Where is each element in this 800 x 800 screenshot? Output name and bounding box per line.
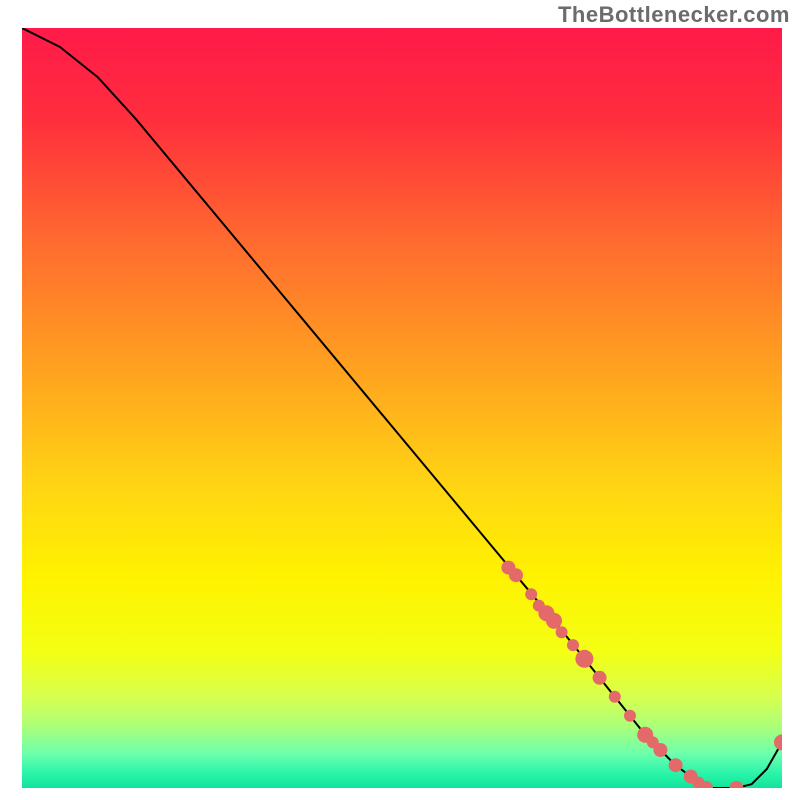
marker-point bbox=[575, 650, 593, 668]
plot-area bbox=[22, 28, 782, 788]
marker-point bbox=[546, 613, 562, 629]
chart-svg bbox=[22, 28, 782, 788]
marker-point bbox=[669, 758, 683, 772]
marker-point bbox=[593, 671, 607, 685]
chart-frame: TheBottlenecker.com bbox=[0, 0, 800, 800]
marker-point bbox=[509, 568, 523, 582]
marker-point bbox=[556, 626, 568, 638]
marker-point bbox=[609, 691, 621, 703]
marker-point bbox=[653, 743, 667, 757]
attribution-text: TheBottlenecker.com bbox=[558, 2, 790, 28]
gradient-background bbox=[22, 28, 782, 788]
marker-point bbox=[567, 639, 579, 651]
marker-point bbox=[525, 588, 537, 600]
marker-point bbox=[624, 710, 636, 722]
